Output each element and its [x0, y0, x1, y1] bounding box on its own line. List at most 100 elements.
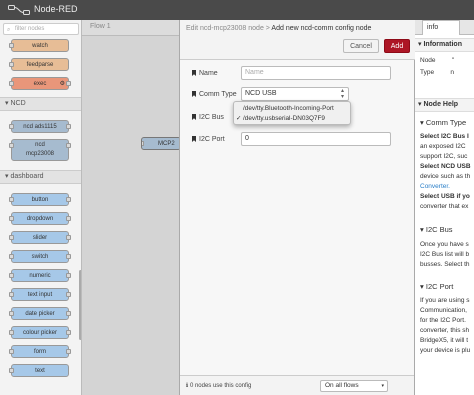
select-arrows-icon: ▴ ▾: [340, 88, 344, 100]
help-text: Communication,: [420, 307, 467, 314]
category-label: dashboard: [10, 173, 44, 180]
comm-type-help-heading[interactable]: ▾ Comm Type: [420, 118, 466, 127]
comm-type-select[interactable]: NCD USB ▴ ▾: [241, 87, 349, 101]
i2c-bus-label: I2C Bus: [199, 114, 224, 121]
flow-canvas[interactable]: [82, 20, 180, 395]
palette-node-date-picker[interactable]: date picker: [9, 307, 71, 320]
node-input-port: [9, 292, 14, 297]
name-input[interactable]: Name: [241, 66, 391, 80]
palette-node-dropdown[interactable]: dropdown: [9, 212, 71, 225]
help-text: busses. Select th: [420, 261, 470, 268]
help-line: an exposed I2C: [420, 142, 466, 152]
palette-node-text[interactable]: text: [9, 364, 69, 377]
help-text: converter that ex: [420, 203, 469, 210]
comm-type-label: Comm Type: [199, 91, 237, 98]
node-input-port: [9, 330, 14, 335]
breadcrumb: Edit ncd-mcp23008 node > Add new ncd-com…: [186, 25, 371, 32]
palette-node-label: date picker: [25, 311, 55, 317]
i2c-port-value: 0: [245, 135, 249, 142]
canvas-node-mcp23008[interactable]: MCP2: [141, 137, 181, 150]
help-line: for the I2C Port.: [420, 316, 466, 326]
node-help-heading[interactable]: ▾ Node Help: [415, 98, 474, 112]
i2c-bus-help-heading[interactable]: ▾ I2C Bus: [420, 225, 453, 234]
palette-node-slider[interactable]: slider: [9, 231, 71, 244]
help-text: Once you have s: [420, 241, 469, 248]
help-text: an exposed I2C: [420, 143, 466, 150]
node-input-port: [9, 235, 14, 240]
palette-node-watch[interactable]: watch: [9, 39, 69, 52]
palette-node-button[interactable]: button: [9, 193, 71, 206]
help-line: Converter.: [420, 182, 450, 192]
dropdown-option[interactable]: /dev/tty.Bluetooth-Incoming-Port: [234, 104, 350, 114]
tab-flow-1[interactable]: Flow 1: [90, 23, 111, 30]
node-output-port: [66, 124, 71, 129]
add-button[interactable]: Add: [384, 39, 410, 53]
comm-type-row: Comm Type: [192, 91, 237, 98]
palette-category-dashboard[interactable]: ▾ dashboard: [0, 170, 81, 184]
palette-node-text-input[interactable]: text input: [9, 288, 71, 301]
i2c-bus-dropdown: /dev/tty.Bluetooth-Incoming-Port ✓ /dev/…: [233, 101, 351, 125]
i2c-port-label: I2C Port: [199, 136, 225, 143]
palette-node-ncd-ads1115[interactable]: ncd ads1115: [9, 120, 71, 133]
i2c-port-input[interactable]: 0: [241, 132, 391, 146]
palette-node-ncd-mcp23008[interactable]: ncd mcp23008: [9, 139, 71, 161]
palette-node-switch[interactable]: switch: [9, 250, 71, 263]
information-heading[interactable]: ▾ Information: [415, 38, 474, 52]
node-input-port: [9, 143, 14, 148]
palette-filter-input[interactable]: ⌕ filter nodes: [3, 23, 79, 35]
node-input-port: [9, 43, 14, 48]
converter-link[interactable]: Converter.: [420, 183, 450, 190]
info-value: ": [451, 57, 455, 64]
i2c-port-row: I2C Port: [192, 136, 225, 143]
help-line: converter, this sh: [420, 326, 469, 336]
palette-node-form[interactable]: form: [9, 345, 71, 358]
palette-node-exec[interactable]: exec ⚙: [9, 77, 71, 90]
option-label: /dev/tty.usbserial-DN03Q7F9: [243, 115, 325, 122]
node-input-port: [9, 349, 14, 354]
node-input-port: [9, 254, 14, 259]
node-help-heading-label: Node Help: [423, 101, 459, 108]
node-output-port: [66, 197, 71, 202]
dropdown-option-selected[interactable]: ✓ /dev/tty.usbserial-DN03Q7F9: [234, 114, 350, 124]
search-icon: ⌕: [7, 27, 11, 33]
name-placeholder: Name: [245, 69, 264, 76]
palette-filter-placeholder: filter nodes: [15, 26, 45, 32]
node-output-port: [66, 143, 71, 148]
palette-node-feedparse[interactable]: feedparse: [9, 58, 69, 71]
help-line: Once you have s: [420, 240, 469, 250]
scope-select[interactable]: On all flows ▾: [320, 380, 388, 392]
palette-node-colour-picker[interactable]: colour picker: [9, 326, 71, 339]
tab-info[interactable]: info: [422, 20, 460, 35]
palette-node-label: colour picker: [22, 330, 57, 336]
node-output-port: [66, 254, 71, 259]
tag-icon: [192, 114, 196, 120]
help-text: your device is plu: [420, 347, 471, 354]
edit-tray: Edit ncd-mcp23008 node > Add new ncd-com…: [179, 20, 416, 395]
scope-value: On all flows: [325, 382, 359, 389]
info-row-node: Node ": [420, 56, 454, 66]
help-text: converter, this sh: [420, 327, 470, 334]
breadcrumb-parent[interactable]: Edit ncd-mcp23008 node >: [186, 25, 271, 32]
tray-header: Edit ncd-mcp23008 node > Add new ncd-com…: [180, 20, 416, 60]
node-output-port: [66, 292, 71, 297]
help-line: I2C Bus list will b: [420, 250, 469, 260]
palette-category-ncd[interactable]: ▾ NCD: [0, 97, 81, 111]
node-input-port: [9, 216, 14, 221]
cancel-button[interactable]: Cancel: [343, 39, 379, 53]
node-output-port: [66, 311, 71, 316]
i2c-port-help-heading[interactable]: ▾ I2C Port: [420, 282, 453, 291]
node-output-port: [66, 273, 71, 278]
palette-node-label: dropdown: [26, 216, 54, 222]
palette-node-label: slider: [32, 235, 48, 241]
palette-node-numeric[interactable]: numeric: [9, 269, 71, 282]
help-line: busses. Select th: [420, 260, 470, 270]
tray-footer: ℹ 0 nodes use this config On all flows ▾: [180, 375, 414, 395]
canvas-node-label: MCP2: [158, 141, 175, 147]
i2c-bus-help-label: I2C Bus: [425, 225, 453, 234]
option-label: /dev/tty.Bluetooth-Incoming-Port: [243, 105, 334, 112]
help-text: Select I2C Bus I: [420, 133, 469, 140]
name-label: Name: [199, 70, 218, 77]
info-value: n: [450, 69, 454, 76]
tag-icon: [192, 91, 196, 97]
node-input-port: [9, 62, 14, 67]
